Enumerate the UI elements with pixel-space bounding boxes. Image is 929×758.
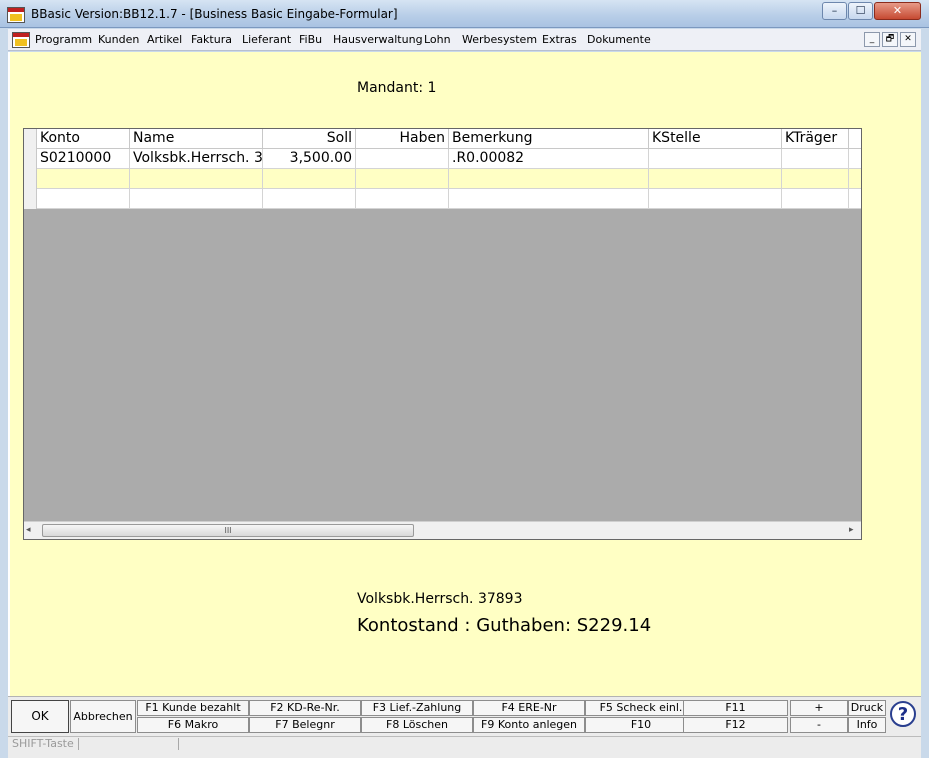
status-bar: SHIFT-Taste <box>8 736 921 758</box>
minimize-button[interactable]: – <box>822 2 847 20</box>
cell-bemerkung[interactable]: .R0.00082 <box>449 149 649 169</box>
menu-fibu[interactable]: FiBu <box>299 33 322 46</box>
account-balance: Kontostand : Guthaben: S229.14 <box>357 615 652 636</box>
row-selector[interactable] <box>24 149 37 169</box>
close-button[interactable]: ✕ <box>874 2 921 20</box>
window-frame-right <box>921 28 929 758</box>
cell-haben[interactable] <box>356 169 449 189</box>
cell-haben[interactable] <box>356 189 449 209</box>
document-icon[interactable] <box>12 32 30 48</box>
function-key-bar: OK Abbrechen F1 Kunde bezahlt F6 Makro F… <box>8 696 921 736</box>
f5-button[interactable]: F5 Scheck einl. <box>585 700 697 716</box>
mandant-label: Mandant: 1 <box>357 80 437 96</box>
table-row[interactable] <box>24 169 861 189</box>
cell-konto[interactable] <box>37 189 130 209</box>
column-header-soll[interactable]: Soll <box>263 129 356 149</box>
status-divider <box>78 738 79 750</box>
status-text: SHIFT-Taste <box>12 737 74 750</box>
cell-bemerkung[interactable] <box>449 189 649 209</box>
mdi-restore-button[interactable]: 🗗 <box>882 32 898 47</box>
scroll-right-icon[interactable]: ▸ <box>849 525 854 535</box>
status-divider <box>178 738 179 750</box>
f10-button[interactable]: F10 <box>585 717 697 733</box>
help-button[interactable]: ? <box>890 701 918 731</box>
cell-name[interactable]: Volksbk.Herrsch. 3 <box>130 149 263 169</box>
app-icon[interactable] <box>7 7 25 23</box>
f2-button[interactable]: F2 KD-Re-Nr. <box>249 700 361 716</box>
menu-artikel[interactable]: Artikel <box>147 33 182 46</box>
menu-kunden[interactable]: Kunden <box>98 33 139 46</box>
title-bar[interactable]: BBasic Version:BB12.1.7 - [Business Basi… <box>0 0 929 28</box>
maximize-button[interactable]: ☐ <box>848 2 873 20</box>
scroll-left-icon[interactable]: ◂ <box>26 525 31 535</box>
cell-ktraeger[interactable] <box>782 189 849 209</box>
header-corner <box>24 129 37 149</box>
menu-programm[interactable]: Programm <box>35 33 92 46</box>
menu-lieferant[interactable]: Lieferant <box>242 33 291 46</box>
abbrechen-button[interactable]: Abbrechen <box>70 700 136 733</box>
window-frame-left <box>0 28 8 758</box>
cell-soll[interactable] <box>263 189 356 209</box>
f12-button[interactable]: F12 <box>683 717 788 733</box>
minus-button[interactable]: - <box>790 717 848 733</box>
column-header-haben[interactable]: Haben <box>356 129 449 149</box>
row-selector[interactable] <box>24 189 37 209</box>
f3-button[interactable]: F3 Lief.-Zahlung <box>361 700 473 716</box>
cell-soll[interactable] <box>263 169 356 189</box>
f8-button[interactable]: F8 Löschen <box>361 717 473 733</box>
table-row[interactable] <box>24 189 861 209</box>
plus-button[interactable]: + <box>790 700 848 716</box>
druck-button[interactable]: Druck <box>848 700 886 716</box>
horizontal-scrollbar[interactable]: ◂ III ▸ <box>24 521 861 539</box>
cell-kstelle[interactable] <box>649 189 782 209</box>
row-selector[interactable] <box>24 169 37 189</box>
grid-header: Konto Name Soll Haben Bemerkung KStelle … <box>24 129 861 149</box>
cell-ktraeger[interactable] <box>782 169 849 189</box>
column-header-kstelle[interactable]: KStelle <box>649 129 782 149</box>
f6-button[interactable]: F6 Makro <box>137 717 249 733</box>
cell-konto[interactable]: S0210000 <box>37 149 130 169</box>
f9-button[interactable]: F9 Konto anlegen <box>473 717 585 733</box>
menu-hausverwaltung[interactable]: Hausverwaltung <box>333 33 423 46</box>
mdi-minimize-button[interactable]: _ <box>864 32 880 47</box>
column-header-konto[interactable]: Konto <box>37 129 130 149</box>
account-name-line: Volksbk.Herrsch. 37893 <box>357 591 523 607</box>
mdi-close-button[interactable]: ✕ <box>900 32 916 47</box>
menu-faktura[interactable]: Faktura <box>191 33 232 46</box>
scroll-thumb[interactable]: III <box>42 524 414 537</box>
menu-dokumente[interactable]: Dokumente <box>587 33 651 46</box>
f1-button[interactable]: F1 Kunde bezahlt <box>137 700 249 716</box>
cell-name[interactable] <box>130 169 263 189</box>
table-row[interactable]: S0210000 Volksbk.Herrsch. 3 3,500.00 .R0… <box>24 149 861 169</box>
menu-bar: Programm Kunden Artikel Faktura Lieferan… <box>8 29 921 51</box>
cell-kstelle[interactable] <box>649 169 782 189</box>
window-title: BBasic Version:BB12.1.7 - [Business Basi… <box>31 7 398 21</box>
menu-lohn[interactable]: Lohn <box>424 33 451 46</box>
ok-button[interactable]: OK <box>11 700 69 733</box>
info-button[interactable]: Info <box>848 717 886 733</box>
menu-werbesystem[interactable]: Werbesystem <box>462 33 537 46</box>
cell-bemerkung[interactable] <box>449 169 649 189</box>
cell-name[interactable] <box>130 189 263 209</box>
f4-button[interactable]: F4 ERE-Nr <box>473 700 585 716</box>
column-header-ktraeger[interactable]: KTräger <box>782 129 849 149</box>
cell-haben[interactable] <box>356 149 449 169</box>
f7-button[interactable]: F7 Belegnr <box>249 717 361 733</box>
f11-button[interactable]: F11 <box>683 700 788 716</box>
cell-soll[interactable]: 3,500.00 <box>263 149 356 169</box>
column-header-bemerkung[interactable]: Bemerkung <box>449 129 649 149</box>
cell-konto[interactable] <box>37 169 130 189</box>
booking-grid[interactable]: Konto Name Soll Haben Bemerkung KStelle … <box>23 128 862 540</box>
menu-extras[interactable]: Extras <box>542 33 577 46</box>
cell-kstelle[interactable] <box>649 149 782 169</box>
cell-ktraeger[interactable] <box>782 149 849 169</box>
column-header-name[interactable]: Name <box>130 129 263 149</box>
help-icon[interactable]: ? <box>890 701 916 727</box>
